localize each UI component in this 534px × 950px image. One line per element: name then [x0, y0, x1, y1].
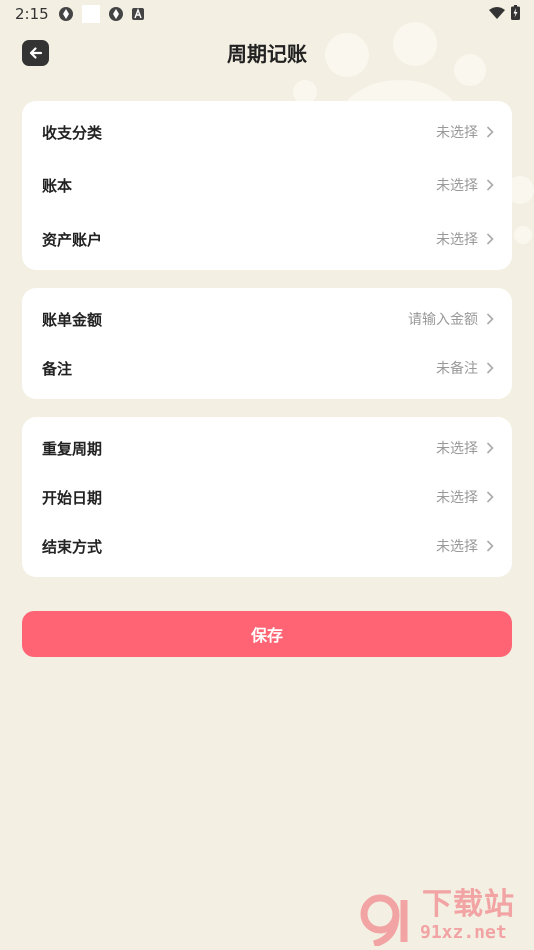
blank-notification-icon [82, 5, 100, 23]
row-label: 重复周期 [42, 439, 103, 458]
app-notification-icon [59, 7, 73, 21]
wifi-icon [489, 6, 505, 19]
row-value: 未选择 [436, 441, 478, 457]
row-label: 收支分类 [42, 123, 103, 142]
row-value: 请输入金额 [408, 312, 478, 328]
chevron-right-icon [486, 540, 494, 552]
app-notification-icon-2 [109, 7, 123, 21]
chevron-right-icon [486, 362, 494, 374]
chevron-right-icon [486, 233, 494, 245]
page-title: 周期记账 [227, 42, 307, 66]
repeat-cycle-row[interactable]: 重复周期 未选择 [22, 428, 512, 468]
chevron-right-icon [486, 491, 494, 503]
notification-icons [58, 5, 144, 23]
watermark: 下载站 91xz.net [360, 888, 530, 948]
row-label: 账单金额 [42, 310, 103, 329]
row-value: 未备注 [436, 361, 478, 377]
chevron-right-icon [486, 442, 494, 454]
status-bar: 2:15 [0, 0, 534, 28]
watermark-logo-icon [360, 894, 408, 946]
status-time: 2:15 [15, 5, 49, 23]
asset-account-row[interactable]: 资产账户 未选择 [22, 219, 512, 259]
category-card: 收支分类 未选择 账本 未选择 资产账户 未选择 [22, 101, 512, 270]
amount-row[interactable]: 账单金额 请输入金额 [22, 299, 512, 339]
system-icons [489, 5, 520, 20]
battery-icon [511, 5, 520, 20]
row-label: 资产账户 [42, 230, 103, 249]
save-button[interactable]: 保存 [22, 611, 512, 657]
row-value: 未选择 [436, 232, 478, 248]
row-label: 开始日期 [42, 488, 103, 507]
category-row[interactable]: 收支分类 未选择 [22, 112, 512, 152]
amount-card: 账单金额 请输入金额 备注 未备注 [22, 288, 512, 399]
start-date-row[interactable]: 开始日期 未选择 [22, 477, 512, 517]
row-label: 账本 [42, 176, 73, 195]
note-row[interactable]: 备注 未备注 [22, 348, 512, 388]
watermark-title: 下载站 [422, 887, 515, 922]
schedule-card: 重复周期 未选择 开始日期 未选择 结束方式 未选择 [22, 417, 512, 577]
row-value: 未选择 [436, 125, 478, 141]
row-value: 未选择 [436, 490, 478, 506]
row-value: 未选择 [436, 539, 478, 555]
watermark-url: 91xz.net [420, 922, 507, 943]
ledger-row[interactable]: 账本 未选择 [22, 165, 512, 205]
chevron-right-icon [486, 179, 494, 191]
row-label: 结束方式 [42, 537, 103, 556]
chevron-right-icon [486, 313, 494, 325]
row-value: 未选择 [436, 178, 478, 194]
row-label: 备注 [42, 359, 73, 378]
a-notification-icon [132, 8, 144, 20]
chevron-right-icon [486, 126, 494, 138]
end-mode-row[interactable]: 结束方式 未选择 [22, 526, 512, 566]
